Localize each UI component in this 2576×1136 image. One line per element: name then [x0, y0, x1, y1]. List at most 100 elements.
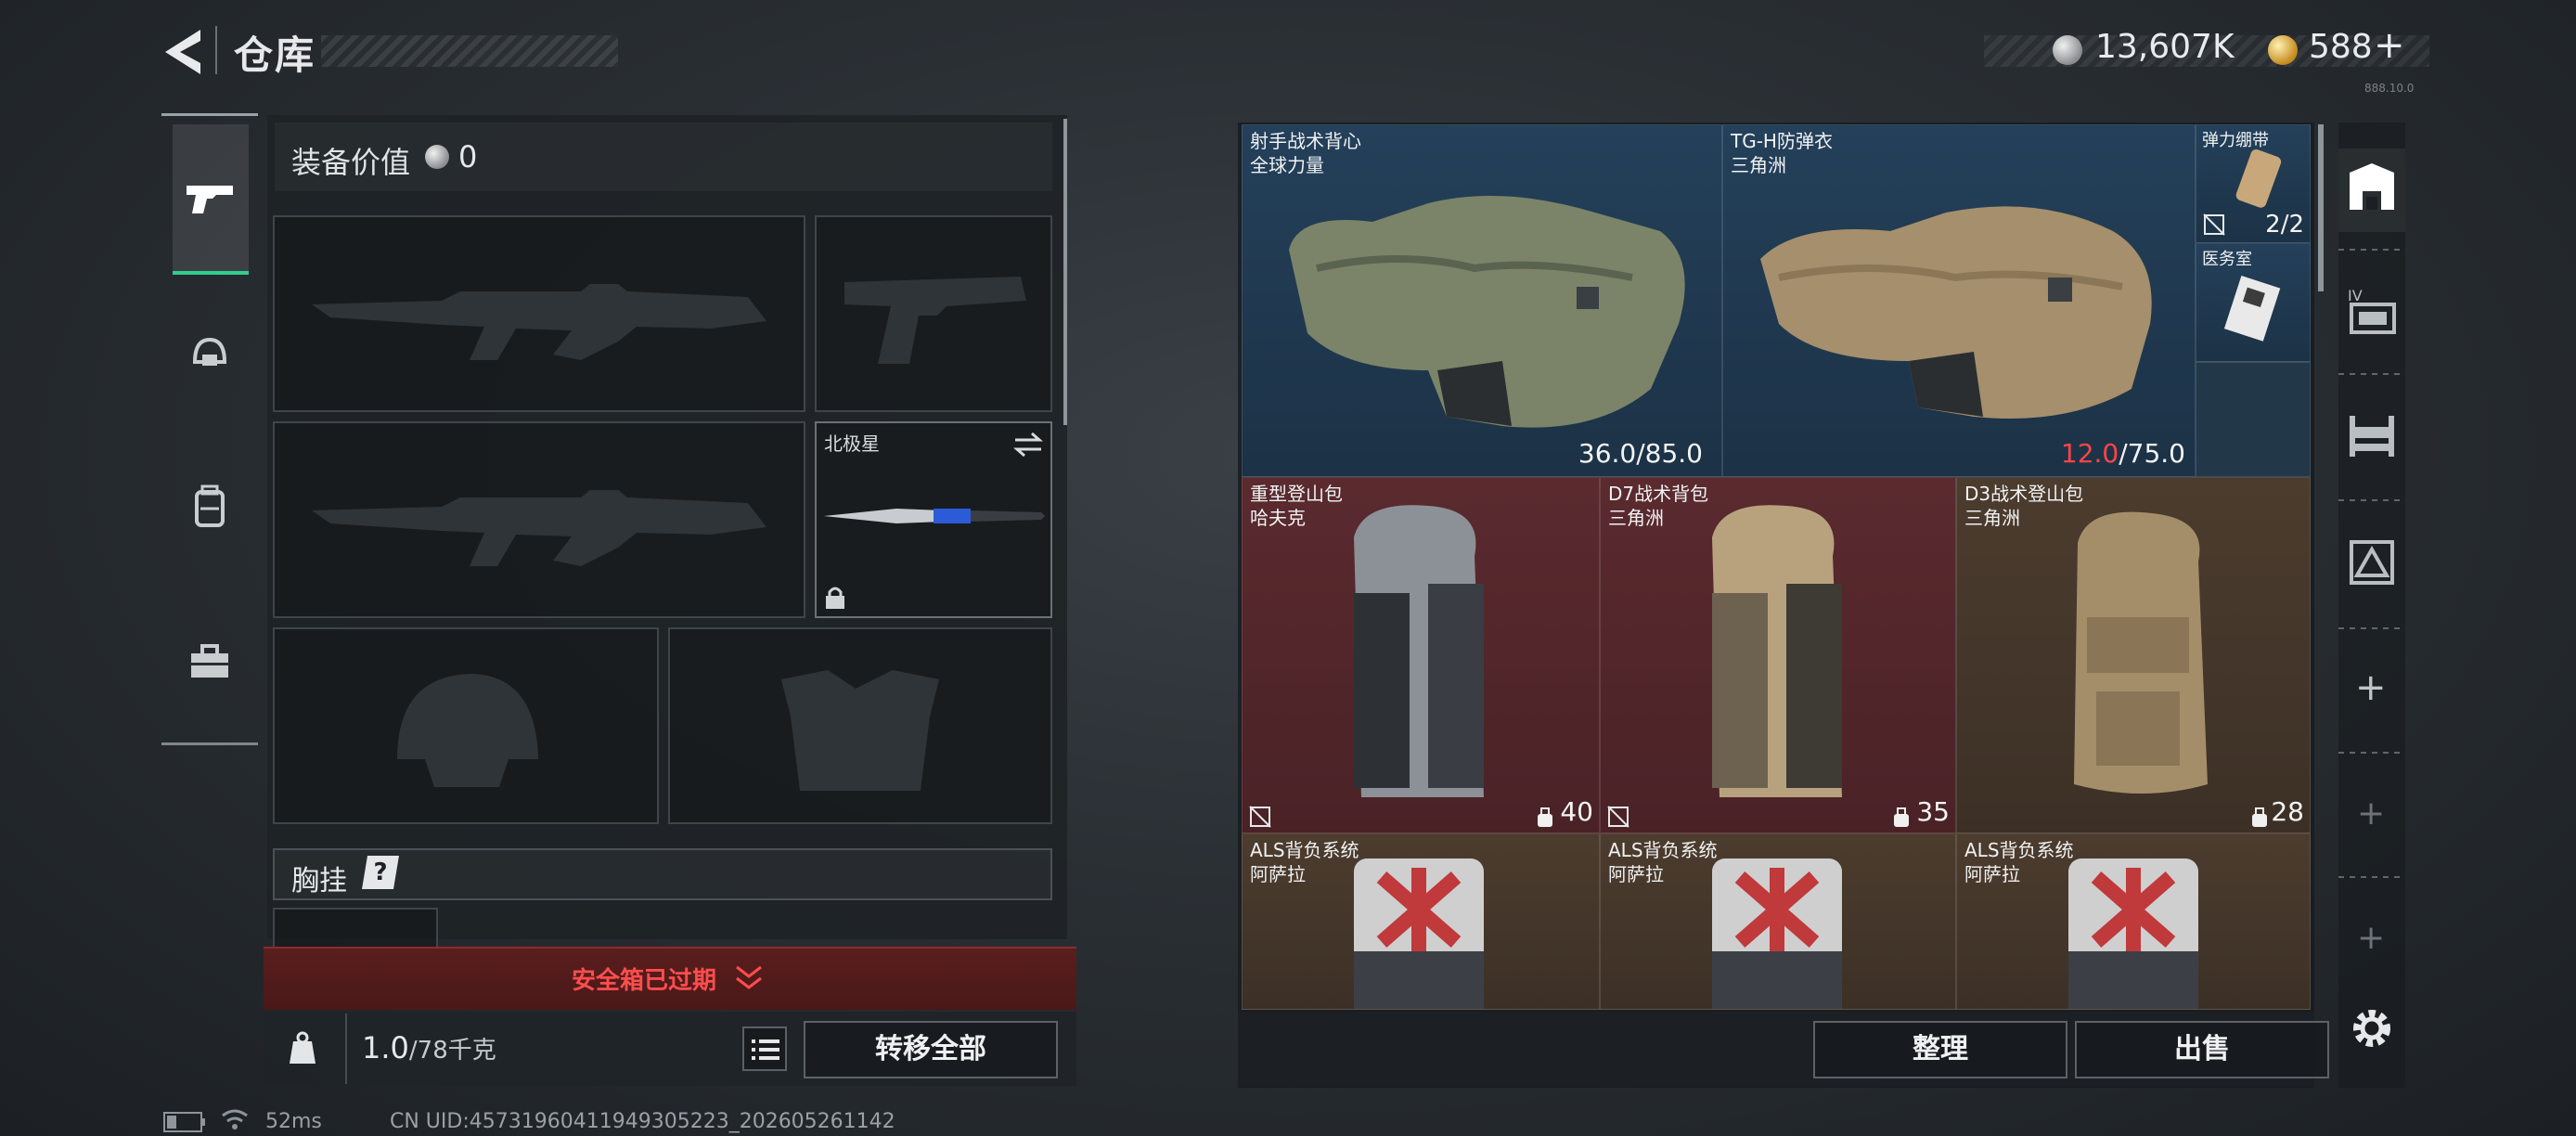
durability-current: 36.0 [1578, 438, 1637, 469]
swap-icon[interactable] [1011, 431, 1045, 458]
title-decoration [321, 35, 618, 67]
helmet-slot[interactable] [273, 627, 659, 824]
small-item-cell[interactable]: 医务室 [2196, 243, 2311, 362]
storage-rack-icon[interactable] [2344, 407, 2400, 462]
backpack-item-cell[interactable]: D3战术登山包 三角洲 28 [1956, 477, 2311, 833]
durability: 36.0/85.0 [1578, 438, 1703, 469]
list-view-button[interactable] [742, 1026, 787, 1071]
backpack-image [1712, 505, 1842, 797]
capacity-icon [1894, 807, 1909, 827]
title-divider [215, 26, 217, 74]
durability-current: 12.0 [2060, 438, 2119, 469]
double-chevron-down-icon[interactable] [733, 962, 765, 993]
currency-gold: 588 [2309, 28, 2373, 66]
als-backpack-image [1354, 858, 1484, 1009]
transfer-all-button[interactable]: 转移全部 [804, 1021, 1058, 1078]
armor-item-cell[interactable]: 射手战术背心 全球力量 36.0/85.0 [1242, 124, 1722, 477]
loadout-scrollbar[interactable] [1063, 119, 1067, 425]
rifle-silhouette-icon [312, 284, 766, 360]
tactical-vest-image [1289, 196, 1685, 428]
svg-text:IV: IV [2348, 287, 2363, 304]
melee-slot[interactable]: 北极星 [815, 421, 1052, 618]
version-label: 888.10.0 [2364, 82, 2415, 95]
no-insure-icon [1249, 806, 1271, 828]
ping-readout: 52ms [265, 1110, 322, 1133]
armor-item-cell[interactable]: TG-H防弹衣 三角洲 12.0/75.0 [1722, 124, 2196, 477]
add-storage-button[interactable]: + [2355, 666, 2387, 709]
backpack-capacity: 40 [1560, 796, 1593, 827]
equipment-value: 0 [458, 139, 478, 174]
als-item-cell[interactable]: ALS背负系统 阿萨拉 [1956, 833, 2311, 1010]
storage-iv-icon[interactable]: IV [2344, 282, 2400, 338]
battery-icon [163, 1112, 205, 1132]
backpack-item-cell[interactable]: D7战术背包 三角洲 35 [1600, 477, 1956, 833]
lock-icon [826, 587, 844, 609]
medical-card-image [2223, 276, 2281, 342]
backpack-image [1354, 505, 1484, 797]
primary-weapon-slot[interactable] [273, 215, 805, 412]
rail-divider [2338, 752, 2405, 754]
armor-silhouette-icon [781, 670, 939, 791]
small-item-cell[interactable]: 弹力绷带 2/2 [2196, 124, 2311, 243]
als-item-cell[interactable]: ALS背负系统 阿萨拉 [1242, 833, 1600, 1010]
add-storage-button[interactable]: + [2357, 919, 2385, 957]
sell-button[interactable]: 出售 [2075, 1021, 2329, 1078]
uid-readout: CN UID:45731960411949305223_202605261142 [390, 1110, 895, 1133]
sort-button[interactable]: 整理 [1813, 1021, 2067, 1078]
capacity-icon [2252, 807, 2267, 827]
item-name: 重型登山包 哈夫克 [1250, 482, 1343, 530]
storage-home-icon[interactable] [2344, 160, 2400, 215]
gold-coin-icon [2268, 35, 2298, 65]
item-brand: 哈夫克 [1250, 507, 1306, 529]
armor-slot[interactable] [668, 627, 1052, 824]
back-icon[interactable] [160, 26, 208, 78]
rail-divider [2338, 627, 2405, 629]
rail-divider [2338, 373, 2405, 375]
rail-divider [2338, 499, 2405, 501]
als-backpack-image [1712, 858, 1842, 1009]
empty-cell[interactable] [2196, 362, 2311, 477]
add-currency-button[interactable]: + [2374, 24, 2405, 67]
safe-box-status: 安全箱已过期 [572, 967, 717, 995]
weight-value: 1.0 [362, 1030, 409, 1065]
sidearm-slot[interactable] [815, 215, 1052, 412]
body-armor-image [1760, 206, 2152, 419]
backpack-item-cell[interactable]: 重型登山包 哈夫克 40 [1242, 477, 1600, 833]
als-backpack-image [2068, 858, 2198, 1009]
storage-triangle-icon[interactable] [2344, 535, 2400, 590]
weight-readout: 1.0/78千克 [362, 1030, 496, 1065]
item-name: TG-H防弹衣 三角洲 [1731, 129, 1833, 177]
item-brand: 三角洲 [1731, 154, 1786, 176]
list-icon [752, 1039, 779, 1060]
backpack-image [2074, 511, 2208, 794]
pistol-silhouette-icon [844, 277, 1026, 364]
item-name-line1: D3战术登山包 [1964, 483, 2084, 505]
helmet-icon[interactable] [182, 327, 238, 382]
als-item-cell[interactable]: ALS背负系统 阿萨拉 [1600, 833, 1956, 1010]
no-insure-icon [1607, 806, 1629, 828]
item-name-line1: 射手战术背心 [1250, 130, 1361, 152]
secondary-weapon-slot[interactable] [273, 421, 805, 618]
rail-divider [2338, 876, 2405, 878]
chest-rig-help-button[interactable]: ? [362, 856, 399, 889]
capacity-icon [1538, 807, 1552, 827]
chest-rig-label: 胸挂 [291, 865, 347, 897]
backpack-icon[interactable] [182, 479, 238, 535]
currency-silver: 13,607K [2095, 28, 2235, 66]
chest-rig-slot[interactable] [273, 908, 438, 947]
add-storage-button[interactable]: + [2357, 794, 2385, 833]
gear-icon[interactable] [2348, 1004, 2396, 1052]
backpack-capacity: 35 [1916, 796, 1950, 827]
silver-coin-icon [2053, 35, 2082, 65]
knife-icon [824, 509, 1045, 523]
pistol-icon[interactable] [182, 171, 238, 226]
toolbox-icon[interactable] [182, 635, 238, 691]
item-count: 2/2 [2265, 211, 2304, 239]
silver-coin-icon [425, 145, 449, 169]
rail-top-line [161, 113, 258, 116]
durability-max: /85.0 [1636, 438, 1703, 469]
rail-divider [2338, 249, 2405, 251]
durability: 12.0/75.0 [2061, 438, 2185, 469]
storage-scrollbar[interactable] [2318, 124, 2324, 291]
page-title: 仓库 [234, 32, 316, 78]
